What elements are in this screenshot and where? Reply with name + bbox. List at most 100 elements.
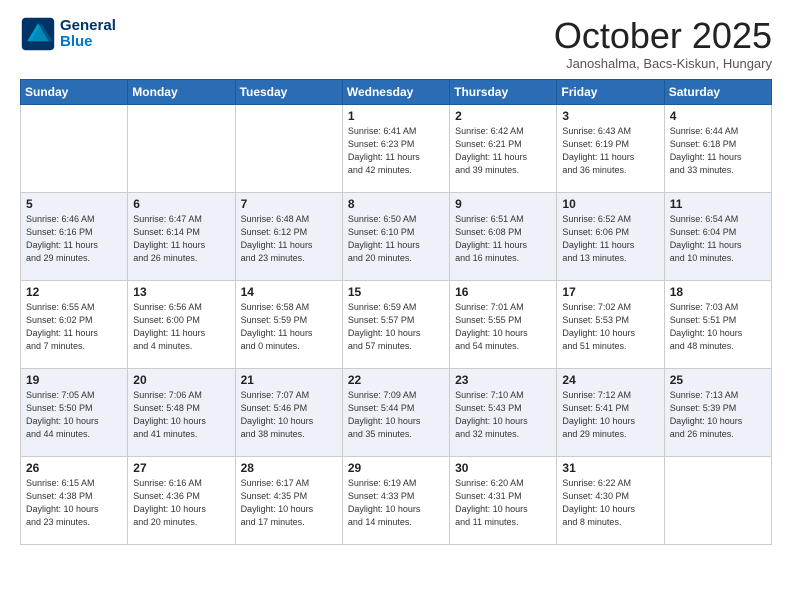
day-info: Sunrise: 6:46 AMSunset: 6:16 PMDaylight:… (26, 213, 122, 265)
day-number: 3 (562, 109, 658, 123)
col-header-tuesday: Tuesday (235, 79, 342, 104)
day-number: 30 (455, 461, 551, 475)
logo-text: General Blue (60, 18, 116, 51)
calendar-cell: 1 Sunrise: 6:41 AMSunset: 6:23 PMDaylight… (342, 104, 449, 192)
calendar-cell: 7 Sunrise: 6:48 AMSunset: 6:12 PMDaylight… (235, 192, 342, 280)
day-number: 16 (455, 285, 551, 299)
day-info: Sunrise: 7:07 AMSunset: 5:46 PMDaylight:… (241, 389, 337, 441)
day-number: 1 (348, 109, 444, 123)
col-header-friday: Friday (557, 79, 664, 104)
day-number: 7 (241, 197, 337, 211)
calendar-cell: 5 Sunrise: 6:46 AMSunset: 6:16 PMDaylight… (21, 192, 128, 280)
day-info: Sunrise: 7:13 AMSunset: 5:39 PMDaylight:… (670, 389, 766, 441)
calendar-cell: 8Sunrise: 6:50 AMSunset: 6:10 PMDaylight… (342, 192, 449, 280)
header: General Blue October 2025 Janoshalma, Ba… (20, 16, 772, 71)
day-info: Sunrise: 6:16 AMSunset: 4:36 PMDaylight:… (133, 477, 229, 529)
day-info: Sunrise: 6:15 AMSunset: 4:38 PMDaylight:… (26, 477, 122, 529)
day-info: Sunrise: 7:03 AMSunset: 5:51 PMDaylight:… (670, 301, 766, 353)
calendar-cell: 9Sunrise: 6:51 AMSunset: 6:08 PMDaylight… (450, 192, 557, 280)
calendar-cell: 24 Sunrise: 7:12 AMSunset: 5:41 PMDayligh… (557, 368, 664, 456)
col-header-saturday: Saturday (664, 79, 771, 104)
day-number: 4 (670, 109, 766, 123)
day-number: 23 (455, 373, 551, 387)
day-number: 24 (562, 373, 658, 387)
logo-general: General (60, 17, 116, 34)
day-info: Sunrise: 7:05 AMSunset: 5:50 PMDaylight:… (26, 389, 122, 441)
day-number: 5 (26, 197, 122, 211)
location-subtitle: Janoshalma, Bacs-Kiskun, Hungary (554, 56, 772, 71)
calendar-cell: 20 Sunrise: 7:06 AMSunset: 5:48 PMDayligh… (128, 368, 235, 456)
calendar-cell: 14 Sunrise: 6:58 AMSunset: 5:59 PMDayligh… (235, 280, 342, 368)
day-info: Sunrise: 6:47 AMSunset: 6:14 PMDaylight:… (133, 213, 229, 265)
logo: General Blue (20, 16, 116, 52)
day-number: 22 (348, 373, 444, 387)
day-number: 19 (26, 373, 122, 387)
calendar-cell: 12Sunrise: 6:55 AMSunset: 6:02 PMDayligh… (21, 280, 128, 368)
calendar-cell: 28 Sunrise: 6:17 AMSunset: 4:35 PMDayligh… (235, 456, 342, 544)
calendar-cell: 23 Sunrise: 7:10 AMSunset: 5:43 PMDayligh… (450, 368, 557, 456)
day-info: Sunrise: 6:59 AMSunset: 5:57 PMDaylight:… (348, 301, 444, 353)
day-info: Sunrise: 6:22 AMSunset: 4:30 PMDaylight:… (562, 477, 658, 529)
calendar-cell: 22 Sunrise: 7:09 AMSunset: 5:44 PMDayligh… (342, 368, 449, 456)
day-number: 29 (348, 461, 444, 475)
calendar-cell: 18Sunrise: 7:03 AMSunset: 5:51 PMDayligh… (664, 280, 771, 368)
week-row-1: 1 Sunrise: 6:41 AMSunset: 6:23 PMDaylight… (21, 104, 772, 192)
day-info: Sunrise: 6:48 AMSunset: 6:12 PMDaylight:… (241, 213, 337, 265)
page: General Blue October 2025 Janoshalma, Ba… (0, 0, 792, 612)
day-info: Sunrise: 6:52 AMSunset: 6:06 PMDaylight:… (562, 213, 658, 265)
week-row-2: 5 Sunrise: 6:46 AMSunset: 6:16 PMDaylight… (21, 192, 772, 280)
day-number: 12 (26, 285, 122, 299)
day-info: Sunrise: 6:56 AMSunset: 6:00 PMDaylight:… (133, 301, 229, 353)
day-number: 2 (455, 109, 551, 123)
day-info: Sunrise: 7:09 AMSunset: 5:44 PMDaylight:… (348, 389, 444, 441)
day-info: Sunrise: 6:44 AMSunset: 6:18 PMDaylight:… (670, 125, 766, 177)
calendar-cell: 17Sunrise: 7:02 AMSunset: 5:53 PMDayligh… (557, 280, 664, 368)
day-info: Sunrise: 7:12 AMSunset: 5:41 PMDaylight:… (562, 389, 658, 441)
calendar-cell: 10 Sunrise: 6:52 AMSunset: 6:06 PMDayligh… (557, 192, 664, 280)
calendar-cell (128, 104, 235, 192)
calendar-cell: 31 Sunrise: 6:22 AMSunset: 4:30 PMDayligh… (557, 456, 664, 544)
calendar-cell (235, 104, 342, 192)
week-row-3: 12Sunrise: 6:55 AMSunset: 6:02 PMDayligh… (21, 280, 772, 368)
day-info: Sunrise: 6:17 AMSunset: 4:35 PMDaylight:… (241, 477, 337, 529)
col-header-sunday: Sunday (21, 79, 128, 104)
calendar-cell: 4 Sunrise: 6:44 AMSunset: 6:18 PMDaylight… (664, 104, 771, 192)
day-info: Sunrise: 6:41 AMSunset: 6:23 PMDaylight:… (348, 125, 444, 177)
calendar-cell: 16Sunrise: 7:01 AMSunset: 5:55 PMDayligh… (450, 280, 557, 368)
day-number: 31 (562, 461, 658, 475)
day-number: 17 (562, 285, 658, 299)
calendar-cell: 25Sunrise: 7:13 AMSunset: 5:39 PMDayligh… (664, 368, 771, 456)
calendar-cell: 15 Sunrise: 6:59 AMSunset: 5:57 PMDayligh… (342, 280, 449, 368)
day-number: 27 (133, 461, 229, 475)
calendar-cell: 26 Sunrise: 6:15 AMSunset: 4:38 PMDayligh… (21, 456, 128, 544)
calendar-cell: 2 Sunrise: 6:42 AMSunset: 6:21 PMDaylight… (450, 104, 557, 192)
day-number: 9 (455, 197, 551, 211)
day-info: Sunrise: 6:54 AMSunset: 6:04 PMDaylight:… (670, 213, 766, 265)
day-number: 20 (133, 373, 229, 387)
week-row-4: 19 Sunrise: 7:05 AMSunset: 5:50 PMDayligh… (21, 368, 772, 456)
day-number: 15 (348, 285, 444, 299)
day-number: 14 (241, 285, 337, 299)
day-number: 13 (133, 285, 229, 299)
calendar-cell: 30 Sunrise: 6:20 AMSunset: 4:31 PMDayligh… (450, 456, 557, 544)
calendar-cell (664, 456, 771, 544)
calendar-cell: 13 Sunrise: 6:56 AMSunset: 6:00 PMDayligh… (128, 280, 235, 368)
day-number: 28 (241, 461, 337, 475)
day-number: 26 (26, 461, 122, 475)
day-info: Sunrise: 6:58 AMSunset: 5:59 PMDaylight:… (241, 301, 337, 353)
day-number: 10 (562, 197, 658, 211)
day-info: Sunrise: 6:20 AMSunset: 4:31 PMDaylight:… (455, 477, 551, 529)
day-info: Sunrise: 6:42 AMSunset: 6:21 PMDaylight:… (455, 125, 551, 177)
calendar-cell: 19 Sunrise: 7:05 AMSunset: 5:50 PMDayligh… (21, 368, 128, 456)
calendar-cell: 6 Sunrise: 6:47 AMSunset: 6:14 PMDaylight… (128, 192, 235, 280)
calendar-cell: 11Sunrise: 6:54 AMSunset: 6:04 PMDayligh… (664, 192, 771, 280)
day-info: Sunrise: 7:06 AMSunset: 5:48 PMDaylight:… (133, 389, 229, 441)
day-info: Sunrise: 6:19 AMSunset: 4:33 PMDaylight:… (348, 477, 444, 529)
col-header-wednesday: Wednesday (342, 79, 449, 104)
day-number: 6 (133, 197, 229, 211)
day-info: Sunrise: 7:10 AMSunset: 5:43 PMDaylight:… (455, 389, 551, 441)
title-block: October 2025 Janoshalma, Bacs-Kiskun, Hu… (554, 16, 772, 71)
calendar-cell: 3Sunrise: 6:43 AMSunset: 6:19 PMDaylight… (557, 104, 664, 192)
week-row-5: 26 Sunrise: 6:15 AMSunset: 4:38 PMDayligh… (21, 456, 772, 544)
logo-icon (20, 16, 56, 52)
